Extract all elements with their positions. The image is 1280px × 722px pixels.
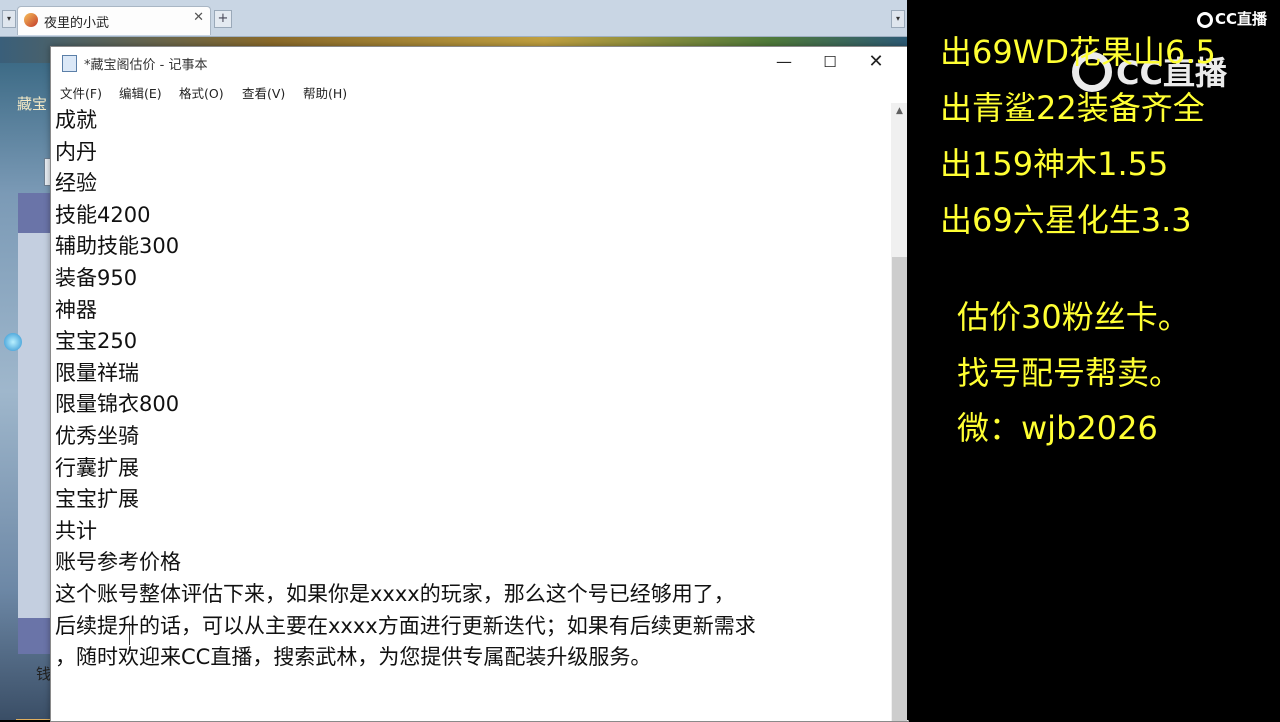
service-info: 估价30粉丝卡。 [957,298,1190,336]
text-cursor [129,623,130,645]
game-side-strip [18,193,52,653]
text-line: 这个账号整体评估下来，如果你是xxxx的玩家，那么这个号已经够用了， [55,581,735,606]
text-line: 神器 [55,297,97,322]
browser-tab[interactable]: 夜里的小武 ✕ [17,6,211,35]
game-left-panel: 藏宝 钱 队伍 [0,63,54,720]
orb-icon[interactable] [4,333,22,351]
game-money-label: 钱 [36,665,52,683]
menu-file[interactable]: 文件(F) [60,83,102,102]
tab-list-dropdown-icon[interactable]: ▾ [2,10,16,28]
editor-text: 成就 内丹 经验 技能4200 辅助技能300 装备950 神器 宝宝250 限… [55,105,756,674]
sale-listing: 出69六星化生3.3 [940,201,1192,239]
new-tab-button[interactable]: + [214,10,232,28]
text-line: 宝宝250 [55,329,138,354]
notepad-titlebar[interactable]: *藏宝阁估价 - 记事本 — ☐ ✕ [51,47,908,79]
close-button[interactable]: ✕ [853,49,899,77]
text-line: 技能4200 [55,202,151,227]
browser-tabbar: ▾ 夜里的小武 ✕ + ▾ [0,0,907,37]
text-line: 限量祥瑞 [55,360,139,385]
text-line: 行囊扩展 [55,455,139,480]
text-line: 成就 [55,108,97,132]
text-line: 内丹 [55,139,97,164]
game-footer-block [18,618,52,654]
text-line: ，随时欢迎来CC直播，搜索武林，为您提供专属配装升级服务。 [55,645,652,670]
game-header-block [18,193,52,233]
sale-listing: 出69WD花果山6.5 [940,33,1216,71]
sale-listing: 出青鲨22装备齐全 [940,89,1205,127]
text-line: 限量锦衣800 [55,392,180,417]
text-line: 宝宝扩展 [55,487,139,512]
text-line: 后续提升的话，可以从主要在xxxx方面进行更新迭代；如果有后续更新需求 [55,613,756,638]
menu-view[interactable]: 查看(V) [242,83,285,102]
text-editor[interactable]: 成就 内丹 经验 技能4200 辅助技能300 装备950 神器 宝宝250 限… [51,103,889,721]
text-line: 辅助技能300 [55,234,180,259]
text-line: 账号参考价格 [55,550,181,575]
tab-close-icon[interactable]: ✕ [193,10,204,25]
game-panel-label: 藏宝 [17,95,48,113]
scroll-up-icon[interactable]: ▲ [891,103,908,120]
menu-edit[interactable]: 编辑(E) [119,83,162,102]
scroll-thumb[interactable] [892,257,907,721]
service-info: 找号配号帮卖。 [957,354,1182,392]
cc-logo-text: CC直播 [1215,10,1268,28]
notepad-window: *藏宝阁估价 - 记事本 — ☐ ✕ 文件(F) 编辑(E) 格式(O) 查看(… [50,46,909,722]
menu-bar: 文件(F) 编辑(E) 格式(O) 查看(V) 帮助(H) [51,79,908,103]
text-line: 优秀坐骑 [55,423,139,448]
text-line: 经验 [55,171,97,196]
notepad-icon [62,55,77,72]
menu-help[interactable]: 帮助(H) [303,83,347,102]
text-line: 共计 [55,518,97,543]
text-line: 装备950 [55,265,138,290]
cc-logo-ring-icon [1197,12,1213,28]
minimize-button[interactable]: — [761,49,807,77]
tab-title: 夜里的小武 [44,16,110,31]
maximize-button[interactable]: ☐ [807,49,853,77]
tab-favicon-icon [24,13,38,27]
tabbar-scroll-icon[interactable]: ▾ [891,10,905,28]
menu-format[interactable]: 格式(O) [179,83,224,102]
contact-info: 微：wjb2026 [957,409,1158,447]
window-title: *藏宝阁估价 - 记事本 [84,58,208,73]
sale-listing: 出159神木1.55 [940,145,1169,183]
vertical-scrollbar[interactable]: ▲ [891,103,908,721]
